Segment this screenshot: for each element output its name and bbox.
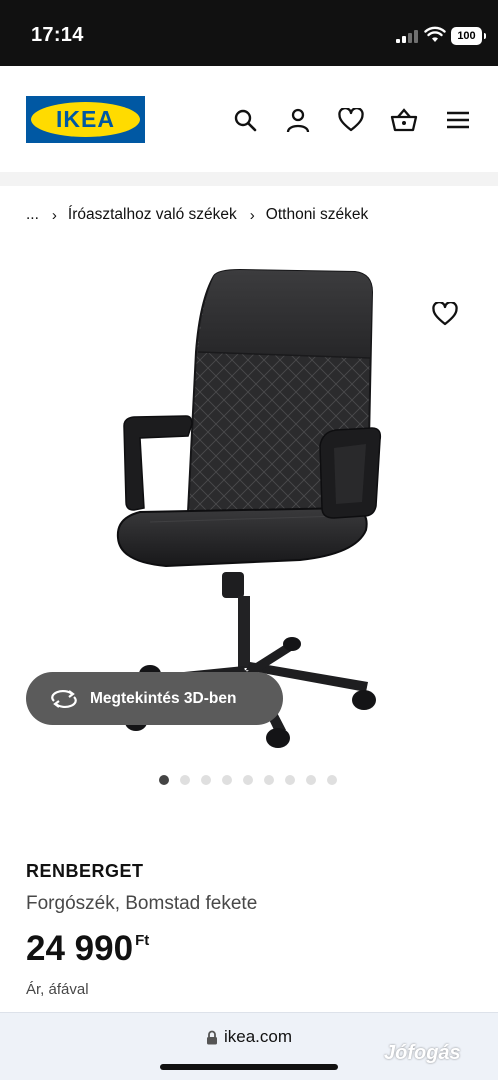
- rotate-3d-icon: [50, 689, 78, 709]
- chevron-right-icon: ›: [249, 206, 255, 224]
- carousel-dot[interactable]: [180, 775, 190, 785]
- view-in-3d-button[interactable]: Megtekintés 3D-ben: [26, 672, 283, 725]
- shopping-bag-icon[interactable]: [390, 106, 418, 134]
- status-time: 17:14: [31, 24, 84, 46]
- wifi-icon: [424, 26, 446, 49]
- carousel-dot[interactable]: [306, 775, 316, 785]
- vat-note: Ár, áfával: [26, 981, 89, 998]
- product-name: RENBERGET: [26, 861, 144, 881]
- home-indicator[interactable]: [160, 1064, 338, 1070]
- price-value: 24 990: [26, 929, 134, 968]
- logo-text: IKEA: [56, 106, 115, 132]
- carousel-dot[interactable]: [201, 775, 211, 785]
- carousel-dot[interactable]: [159, 775, 169, 785]
- watermark-logo: Jófogás: [384, 1042, 461, 1064]
- url-text[interactable]: ikea.com: [224, 1027, 292, 1047]
- cellular-signal-icon: [396, 30, 418, 43]
- heart-icon[interactable]: [337, 106, 365, 134]
- view-in-3d-label: Megtekintés 3D-ben: [90, 689, 237, 707]
- ikea-logo[interactable]: IKEA: [26, 96, 145, 143]
- status-bar: 17:14 100: [0, 0, 498, 66]
- product-description: Forgószék, Bomstad fekete: [26, 893, 258, 914]
- breadcrumb-item-desk-chairs[interactable]: Íróasztalhoz való székek: [68, 206, 237, 224]
- search-icon[interactable]: [231, 106, 259, 134]
- carousel-dot[interactable]: [327, 775, 337, 785]
- price-currency: Ft: [135, 932, 150, 949]
- chevron-right-icon: ›: [51, 206, 57, 224]
- lock-icon: [206, 1030, 218, 1045]
- carousel-dot[interactable]: [264, 775, 274, 785]
- breadcrumb-ellipsis[interactable]: ...: [26, 206, 39, 224]
- breadcrumb-item-home-chairs[interactable]: Otthoni székek: [266, 206, 369, 224]
- breadcrumb: ... › Íróasztalhoz való székek › Otthoni…: [26, 206, 368, 224]
- site-header: IKEA: [0, 66, 498, 172]
- user-icon[interactable]: [284, 106, 312, 134]
- battery-icon: 100: [451, 27, 486, 45]
- add-to-favorites-heart-icon[interactable]: [430, 299, 460, 329]
- menu-icon[interactable]: [444, 106, 472, 134]
- carousel-dot[interactable]: [243, 775, 253, 785]
- product-price: 24 990 Ft: [26, 929, 149, 969]
- image-carousel-dots[interactable]: [159, 775, 337, 785]
- header-separator: [0, 172, 498, 186]
- carousel-dot[interactable]: [285, 775, 295, 785]
- carousel-dot[interactable]: [222, 775, 232, 785]
